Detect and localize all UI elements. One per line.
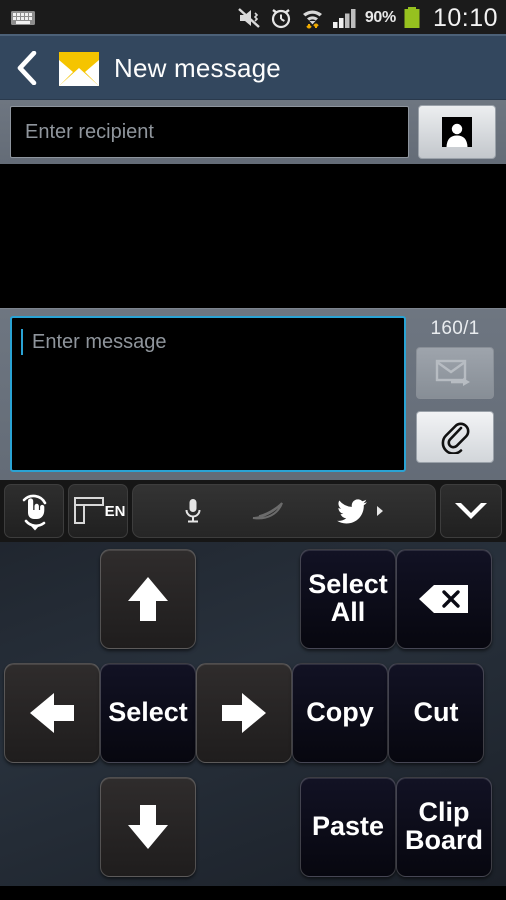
backspace-key[interactable]: [396, 549, 492, 649]
voice-input-button[interactable]: [183, 497, 203, 525]
recipient-input[interactable]: Enter recipient: [10, 106, 409, 158]
battery-percent-label: 90%: [364, 9, 396, 26]
arrow-right-key[interactable]: [196, 663, 292, 763]
signal-bars-icon: [332, 7, 358, 29]
clipboard-label: Clip Board: [404, 797, 483, 855]
arrow-down-icon: [122, 799, 174, 855]
action-bar: New message: [0, 36, 506, 100]
arrow-up-icon: [122, 571, 174, 627]
keypad-row-2: Select Copy Cut: [0, 656, 506, 770]
cut-label: Cut: [413, 697, 459, 728]
select-label: Select: [108, 697, 188, 728]
keypad-row-1: Select All: [0, 542, 506, 656]
chevron-down-icon: [451, 498, 491, 524]
wifi-transfer-icon: [300, 6, 325, 30]
handwriting-input-button[interactable]: [251, 499, 287, 523]
hand-gesture-key[interactable]: [4, 484, 64, 538]
twitter-bird-icon: [336, 498, 368, 524]
envelope-icon: [56, 48, 102, 88]
backspace-icon: [416, 581, 472, 617]
arrow-left-icon: [24, 687, 80, 739]
clipboard-key[interactable]: Clip Board: [396, 777, 492, 877]
character-counter: 160/1: [430, 318, 480, 339]
recipient-placeholder: Enter recipient: [25, 120, 154, 143]
hide-keyboard-key[interactable]: [440, 484, 502, 538]
compose-actions: 160/1: [414, 316, 496, 472]
status-bar-divider: [0, 34, 506, 36]
status-bar-clock: 10:10: [432, 3, 498, 32]
select-key[interactable]: Select: [100, 663, 196, 763]
alarm-icon: [269, 6, 293, 30]
handwriting-pen-icon: [251, 499, 287, 523]
battery-full-icon: [403, 6, 421, 30]
keypad-row-3: Paste Clip Board: [0, 770, 506, 884]
send-envelope-icon: [435, 358, 475, 388]
cut-key[interactable]: Cut: [388, 663, 484, 763]
paste-key[interactable]: Paste: [300, 777, 396, 877]
message-placeholder: Enter message: [32, 331, 167, 353]
keyboard-input-method-strip: [132, 484, 436, 538]
paperclip-icon: [440, 420, 470, 454]
send-button[interactable]: [416, 347, 494, 399]
status-bar-icons: 90% 10:10: [236, 4, 498, 33]
edit-keypad: Select All Select Copy Cut Paste Clip Bo…: [0, 542, 506, 886]
keyboard-toolbar: EN: [0, 480, 506, 542]
keyboard-layout-label: EN: [104, 502, 126, 520]
microphone-icon: [183, 497, 203, 525]
contact-person-icon: [442, 117, 472, 147]
mute-vibrate-icon: [236, 6, 262, 30]
status-bar-notifications: [10, 9, 36, 27]
page-title: New message: [114, 52, 281, 83]
arrow-up-key[interactable]: [100, 549, 196, 649]
text-caret: [21, 329, 23, 355]
more-arrow-icon[interactable]: [375, 504, 385, 518]
compose-bar: Enter message 160/1: [0, 308, 506, 480]
arrow-left-key[interactable]: [4, 663, 100, 763]
copy-key[interactable]: Copy: [292, 663, 388, 763]
keyboard-layout-icon: [71, 493, 107, 529]
phone-screen: 90% 10:10 New message Enter recipient En…: [0, 0, 506, 900]
select-all-label: Select All: [308, 569, 388, 627]
attach-button[interactable]: [416, 411, 494, 463]
status-bar: 90% 10:10: [0, 0, 506, 36]
hand-gesture-icon: [15, 491, 53, 531]
message-input[interactable]: Enter message: [10, 316, 406, 472]
conversation-area: [0, 164, 506, 308]
twitter-shortcut-button[interactable]: [336, 498, 385, 524]
copy-label: Copy: [306, 697, 374, 728]
recipient-row: Enter recipient: [0, 100, 506, 164]
arrow-down-key[interactable]: [100, 777, 196, 877]
paste-label: Paste: [311, 811, 385, 842]
arrow-right-icon: [216, 687, 272, 739]
keyboard-icon: [10, 9, 36, 27]
keyboard-layout-key[interactable]: EN: [68, 484, 128, 538]
back-chevron-icon[interactable]: [10, 48, 44, 88]
select-all-key[interactable]: Select All: [300, 549, 396, 649]
contact-picker-button[interactable]: [418, 105, 496, 159]
